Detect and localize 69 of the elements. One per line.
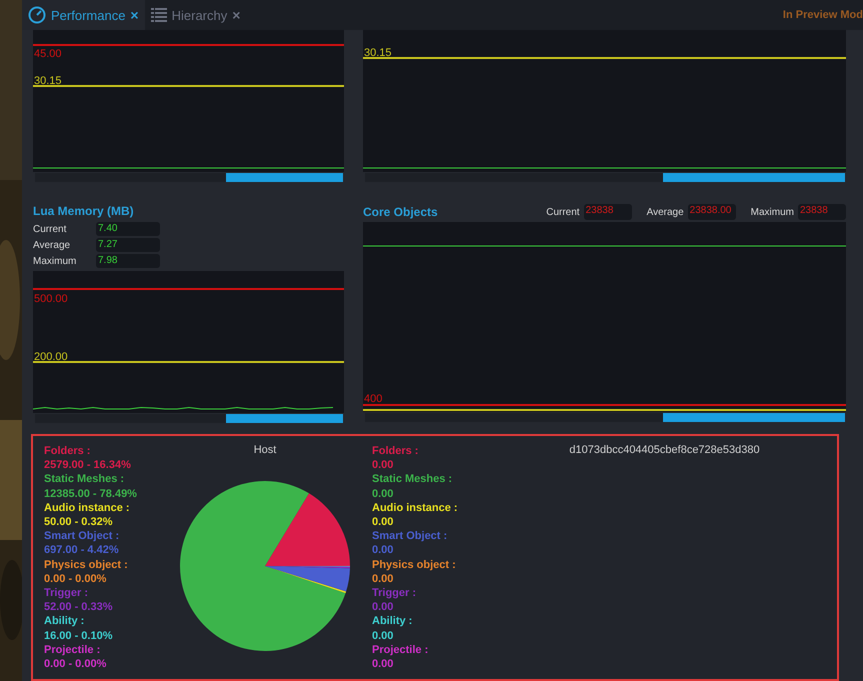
- legend-label: Static Meshes :: [44, 472, 126, 487]
- scrollbar-thumb[interactable]: [226, 173, 343, 182]
- legend-label: Ability :: [44, 614, 86, 629]
- stat-label: Maximum: [33, 256, 78, 266]
- chart-title: Host: [254, 444, 276, 456]
- list-icon: [150, 7, 167, 23]
- scrollbar[interactable]: [35, 173, 343, 182]
- legend-value: 52.00 - 0.33%: [44, 600, 114, 614]
- scrollbar[interactable]: [35, 414, 343, 423]
- legend-label: Trigger :: [44, 586, 90, 600]
- legend-label: Ability :: [372, 614, 414, 629]
- gauge-icon: [28, 6, 46, 24]
- legend-value: 0.00: [372, 486, 394, 501]
- legend-label: Physics object :: [372, 558, 457, 572]
- threshold-label: 400: [364, 393, 382, 405]
- mode-label: In Preview Mod: [782, 9, 863, 21]
- stat-label: Maximum: [750, 206, 794, 218]
- legend-value: 0.00: [372, 572, 394, 586]
- scrollbar-thumb[interactable]: [662, 413, 845, 422]
- legend-label: Smart Object :: [372, 529, 448, 544]
- chart-title: d1073dbcc404405cbef8ce728e53d380: [569, 444, 760, 456]
- stat-label: Current: [33, 224, 68, 234]
- threshold-label: 500.00: [34, 293, 68, 305]
- legend-label: Smart Object :: [44, 529, 120, 544]
- threshold-label: 30.15: [34, 75, 62, 87]
- stat-value: 7.40: [96, 222, 160, 236]
- legend-value: 0.00 - 0.00%: [44, 657, 108, 672]
- legend-value: 2579.00 - 16.34%: [44, 458, 132, 472]
- close-icon[interactable]: ×: [232, 7, 240, 23]
- legend-value: 16.00 - 0.10%: [44, 628, 114, 643]
- close-icon[interactable]: ×: [130, 7, 139, 23]
- stat-value: 23838: [798, 204, 846, 220]
- legend-label: Folders :: [44, 444, 92, 458]
- legend-value: 12385.00 - 78.49%: [44, 486, 138, 501]
- stat-value: 23838.00: [688, 204, 736, 220]
- stat-label: Average: [646, 206, 684, 218]
- panel-title: Core Objects: [363, 205, 438, 219]
- stat-value: 23838: [584, 204, 632, 220]
- legend-value: 0.00: [372, 628, 394, 643]
- legend-label: Projectile :: [372, 642, 430, 658]
- legend-label: Audio instance :: [372, 500, 459, 516]
- scrollbar[interactable]: [365, 173, 845, 182]
- tab[interactable]: Performance ×: [22, 0, 145, 30]
- scrollbar-thumb[interactable]: [662, 173, 845, 182]
- legend-value: 697.00 - 4.42%: [44, 543, 120, 558]
- legend-value: 0.00: [372, 657, 394, 672]
- stat-label: Current: [546, 206, 580, 218]
- legend-label: Static Meshes :: [372, 472, 454, 487]
- panel-title: Lua Memory (MB): [33, 204, 135, 218]
- stat-value: 7.98: [96, 254, 160, 268]
- scrollbar[interactable]: [365, 413, 845, 422]
- scrollbar-thumb[interactable]: [226, 414, 343, 423]
- threshold-label: 45.00: [34, 48, 62, 60]
- stat-value: 7.27: [96, 238, 160, 252]
- threshold-label: 30.15: [364, 47, 392, 59]
- legend-value: 0.00 - 0.00%: [44, 572, 108, 586]
- legend-value: 0.00: [372, 458, 394, 472]
- legend-label: Audio instance :: [44, 500, 131, 516]
- tab[interactable]: Hierarchy ×: [144, 0, 246, 30]
- threshold-label: 200.00: [34, 351, 68, 363]
- legend-value: 0.00: [372, 515, 394, 530]
- legend-label: Folders :: [372, 444, 420, 458]
- legend-label: Projectile :: [44, 642, 102, 658]
- legend-value: 0.00: [372, 543, 394, 558]
- legend-label: Trigger :: [372, 586, 418, 600]
- legend-value: 0.00: [372, 600, 394, 614]
- stat-label: Average: [33, 240, 72, 250]
- legend-value: 50.00 - 0.32%: [44, 515, 114, 530]
- legend-label: Physics object :: [44, 558, 129, 572]
